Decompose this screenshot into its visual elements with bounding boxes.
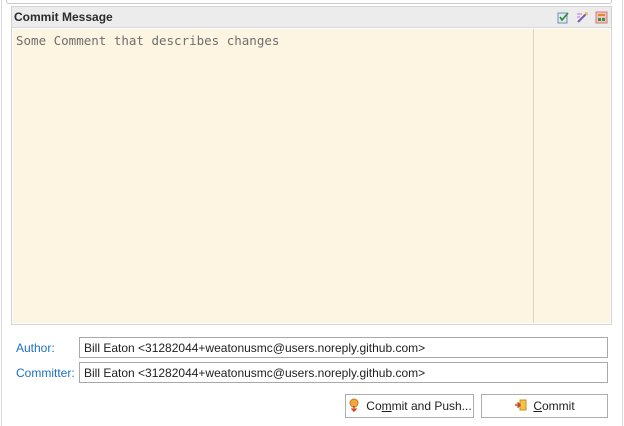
- previous-panel-edge: [6, 0, 612, 4]
- section-title: Commit Message: [14, 10, 113, 24]
- format-icon[interactable]: [576, 11, 589, 24]
- spell-check-icon[interactable]: [557, 11, 570, 24]
- committer-field[interactable]: Bill Eaton <31282044+weatonusmc@users.no…: [79, 362, 608, 383]
- commit-and-push-label: Commit and Push...: [366, 399, 472, 413]
- commit-message-editor[interactable]: Some Comment that describes changes: [13, 29, 610, 323]
- author-label: Author:: [16, 340, 55, 355]
- header-toolbar: [557, 11, 611, 24]
- commit-label: Commit: [533, 399, 575, 413]
- push-icon: [347, 398, 361, 415]
- author-row: Author:: [16, 337, 78, 358]
- committer-label: Committer:: [16, 365, 75, 380]
- commit-button[interactable]: Commit: [481, 394, 608, 418]
- commit-message-section: Commit Message Some Comment that describ…: [11, 6, 612, 325]
- author-field[interactable]: Bill Eaton <31282044+weatonusmc@users.no…: [79, 337, 608, 358]
- commit-and-push-button[interactable]: Commit and Push...: [345, 394, 474, 418]
- editor-margin-line: [533, 29, 534, 323]
- staging-icon[interactable]: [595, 11, 608, 24]
- commit-icon: [514, 398, 528, 415]
- right-border: [622, 0, 623, 426]
- left-border: [1, 0, 2, 426]
- commit-message-text: Some Comment that describes changes: [16, 33, 280, 48]
- committer-row: Committer:: [16, 362, 78, 383]
- commit-message-header: Commit Message: [12, 7, 611, 28]
